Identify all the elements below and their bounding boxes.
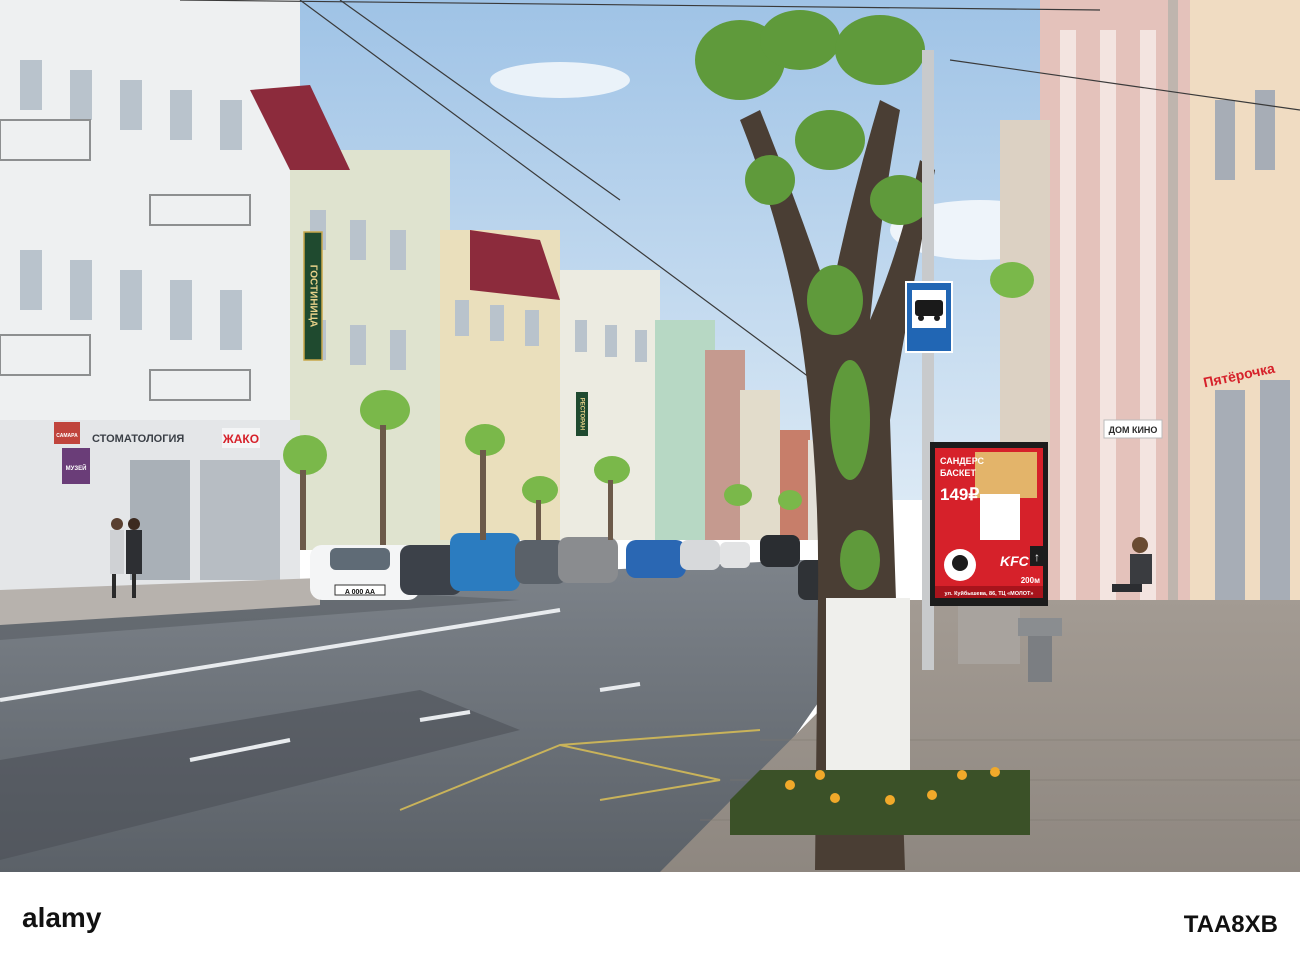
car xyxy=(760,535,800,567)
car xyxy=(626,540,686,578)
arrow-up-icon: ↑ xyxy=(1034,550,1040,564)
samara-sign-text: САМАРА xyxy=(56,433,78,439)
jako-sign: ЖАКО xyxy=(222,432,259,446)
billboard-address: ул. Куйбышева, 86, ТЦ «МОЛОТ» xyxy=(945,590,1034,597)
car xyxy=(558,537,618,583)
whitewashed-trunk xyxy=(826,598,910,778)
car xyxy=(450,533,520,591)
car xyxy=(720,542,750,568)
dom-kino-sign-text: ДОМ КИНО xyxy=(1109,425,1158,435)
restaurant-sign-text: РЕСТОРАН xyxy=(578,398,584,431)
billboard-price: 149₽ xyxy=(940,485,979,504)
alamy-logo: alamy xyxy=(22,902,102,933)
billboard-headline-1: САНДЕРС xyxy=(940,456,984,466)
cloud xyxy=(490,62,630,98)
license-plate-text: A 000 AA xyxy=(345,589,375,596)
flower-bed xyxy=(730,767,1030,835)
street-photo: A 000 AA ГОСТИНИЦА РЕСТОРАН СТОМАТОЛОГИЯ… xyxy=(0,0,1300,872)
image-id-label: TAA8XB xyxy=(1184,911,1278,938)
stomatology-sign: СТОМАТОЛОГИЯ xyxy=(92,433,184,445)
alamy-logo-text: alamy xyxy=(22,902,102,933)
museum-poster-text: МУЗЕЙ xyxy=(66,464,87,472)
bus-icon xyxy=(915,300,943,316)
image-id-text: TAA8XB xyxy=(1184,911,1278,938)
car xyxy=(680,540,720,570)
hotel-sign-text: ГОСТИНИЦА xyxy=(307,265,318,328)
watermark-bar: alamy TAA8XB xyxy=(0,872,1300,962)
billboard-distance: 200м xyxy=(1021,576,1040,585)
bench xyxy=(1018,618,1062,636)
billboard-brand: KFC xyxy=(1000,553,1030,569)
billboard-headline-2: БАСКЕТ xyxy=(940,468,976,478)
